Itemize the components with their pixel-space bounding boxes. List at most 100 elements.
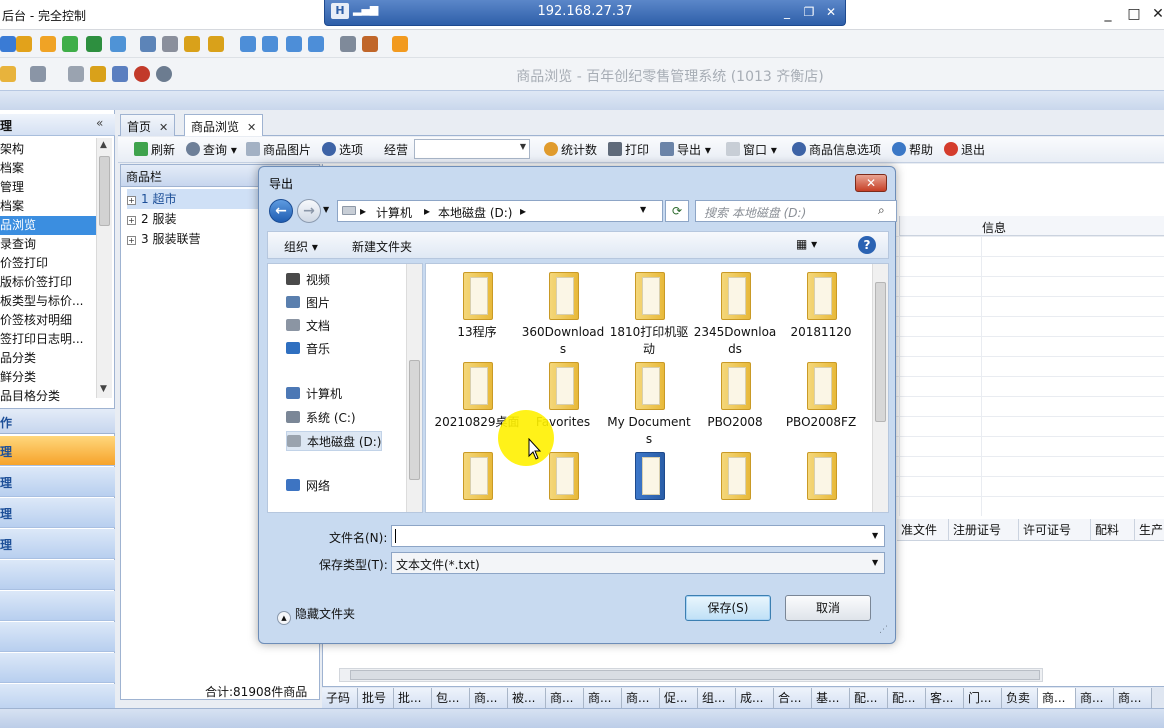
- nav-item[interactable]: 管理: [0, 178, 96, 197]
- breadcrumb-drive-d[interactable]: 本地磁盘 (D:): [438, 204, 512, 221]
- nav-item[interactable]: 价签核对明细: [0, 311, 96, 330]
- unlock-icon[interactable]: [208, 36, 224, 52]
- address-bar[interactable]: ▸ 计算机 ▸ 本地磁盘 (D:) ▸ ▼: [337, 200, 663, 222]
- operation-row[interactable]: [0, 653, 115, 683]
- column-header[interactable]: 配料: [1091, 519, 1135, 541]
- detail-tab[interactable]: 配...: [850, 688, 888, 708]
- operation-row[interactable]: 理: [0, 436, 115, 466]
- calculator-icon[interactable]: [68, 66, 84, 82]
- folder-item[interactable]: PBO2008: [692, 358, 778, 444]
- detail-tab[interactable]: 被...: [508, 688, 546, 708]
- folder-item[interactable]: PBO2008FZ: [778, 358, 864, 444]
- detail-tab[interactable]: 促...: [660, 688, 698, 708]
- organize-button[interactable]: 组织 ▾: [284, 238, 318, 255]
- tab-product-browse[interactable]: 商品浏览 ✕: [184, 114, 264, 136]
- chevron-down-icon[interactable]: ▼: [872, 558, 878, 567]
- chevron-down-icon[interactable]: ▼: [872, 531, 878, 540]
- save-button[interactable]: 保存(S): [685, 595, 771, 621]
- detail-tab[interactable]: 基...: [812, 688, 850, 708]
- nav-pane-item[interactable]: 图片: [286, 293, 330, 313]
- detail-tab[interactable]: 客...: [926, 688, 964, 708]
- nav-pane-item[interactable]: 本地磁盘 (D:): [286, 431, 383, 451]
- nav-item[interactable]: 板类型与标价...: [0, 292, 96, 311]
- folder-item[interactable]: [692, 448, 778, 512]
- detail-tab[interactable]: 商...: [1076, 688, 1114, 708]
- refresh-button[interactable]: 刷新: [134, 141, 175, 159]
- scroll-up-icon[interactable]: ▲: [100, 140, 107, 150]
- nav-item[interactable]: 品目格分类: [0, 387, 96, 406]
- nav-item[interactable]: 鲜分类: [0, 368, 96, 387]
- remote-minimize-button[interactable]: _: [777, 3, 797, 21]
- print-button[interactable]: 打印: [608, 141, 649, 159]
- folder-item[interactable]: 2345Downloads: [692, 268, 778, 356]
- column-header[interactable]: 生产: [1135, 519, 1164, 541]
- file-pane-scrollbar[interactable]: [872, 264, 888, 512]
- list-icon[interactable]: [0, 36, 16, 52]
- folder-item[interactable]: [606, 448, 692, 512]
- folder-item[interactable]: 360Downloads: [520, 268, 606, 356]
- new-folder-button[interactable]: 新建文件夹: [352, 238, 412, 255]
- remote-restore-button[interactable]: ❐: [799, 3, 819, 21]
- history-dropdown-icon[interactable]: ▼: [323, 205, 329, 214]
- fit-icon[interactable]: [286, 36, 302, 52]
- detail-tab[interactable]: 商...: [584, 688, 622, 708]
- nav-item[interactable]: 价签打印: [0, 254, 96, 273]
- filename-input[interactable]: ▼: [391, 525, 885, 547]
- operation-row[interactable]: 理: [0, 498, 115, 528]
- exit-button[interactable]: 退出: [944, 141, 985, 159]
- scroll-down-icon[interactable]: ▼: [100, 384, 107, 394]
- palette-icon[interactable]: [0, 66, 16, 82]
- expand-icon[interactable]: +: [127, 216, 136, 225]
- minimize-button[interactable]: _: [1096, 4, 1120, 24]
- nav-scrollbar[interactable]: ▲ ▼: [96, 138, 112, 398]
- folder-item[interactable]: My Documents: [606, 358, 692, 446]
- nav-item[interactable]: 签打印日志明...: [0, 330, 96, 349]
- resize-grip-icon[interactable]: ⋰: [879, 625, 888, 635]
- folder-item[interactable]: 20181120: [778, 268, 864, 354]
- detail-tab[interactable]: 批...: [394, 688, 432, 708]
- nav-item[interactable]: 版标价签打印: [0, 273, 96, 292]
- detail-tab[interactable]: 门...: [964, 688, 1002, 708]
- close-button[interactable]: ✕: [1146, 4, 1164, 24]
- manager-combobox[interactable]: ▼: [414, 139, 530, 159]
- dialog-close-button[interactable]: ✕: [855, 174, 887, 192]
- nav-pane-item[interactable]: 音乐: [286, 339, 330, 359]
- scroll-thumb[interactable]: [875, 282, 886, 422]
- scroll-thumb[interactable]: [99, 156, 110, 226]
- user-icon[interactable]: [112, 66, 128, 82]
- scroll-thumb[interactable]: [350, 670, 1040, 680]
- nav-item[interactable]: 品浏览: [0, 216, 96, 235]
- tab-home[interactable]: 首页 ✕: [120, 114, 176, 136]
- lock-icon[interactable]: [184, 36, 200, 52]
- expand-icon[interactable]: +: [127, 196, 136, 205]
- detail-tab[interactable]: 子码: [322, 688, 358, 708]
- detail-tab[interactable]: 负卖: [1002, 688, 1038, 708]
- product-info-options-button[interactable]: 商品信息选项: [792, 141, 881, 159]
- nav-pane-item[interactable]: 系统 (C:): [286, 408, 356, 428]
- forward-icon[interactable]: →: [297, 199, 321, 223]
- nav-pane-item[interactable]: 计算机: [286, 384, 342, 404]
- detail-tab[interactable]: 合...: [774, 688, 812, 708]
- detail-tab[interactable]: 组...: [698, 688, 736, 708]
- phone-icon[interactable]: [86, 36, 102, 52]
- window-icon[interactable]: [240, 36, 256, 52]
- folder-item[interactable]: 13程序: [434, 268, 520, 354]
- operation-row[interactable]: [0, 622, 115, 652]
- detail-tab[interactable]: 商...: [470, 688, 508, 708]
- filetype-select[interactable]: 文本文件(*.txt) ▼: [391, 552, 885, 574]
- zoom-icon[interactable]: [156, 66, 172, 82]
- fullscreen-icon[interactable]: [262, 36, 278, 52]
- back-icon[interactable]: ←: [269, 199, 293, 223]
- lock-icon[interactable]: [90, 66, 106, 82]
- detail-tab[interactable]: 商...: [1038, 688, 1076, 708]
- upload-icon[interactable]: [140, 36, 156, 52]
- copy-icon[interactable]: [340, 36, 356, 52]
- detail-tab[interactable]: 包...: [432, 688, 470, 708]
- nav-item[interactable]: 品分类: [0, 349, 96, 368]
- nav-pane-scrollbar[interactable]: [406, 264, 422, 512]
- nav-item[interactable]: 档案: [0, 197, 96, 216]
- detail-tab[interactable]: 配...: [888, 688, 926, 708]
- view-options-icon[interactable]: ▦ ▾: [796, 237, 817, 251]
- operation-row[interactable]: [0, 560, 115, 590]
- info-column-header[interactable]: 信息: [899, 216, 1164, 236]
